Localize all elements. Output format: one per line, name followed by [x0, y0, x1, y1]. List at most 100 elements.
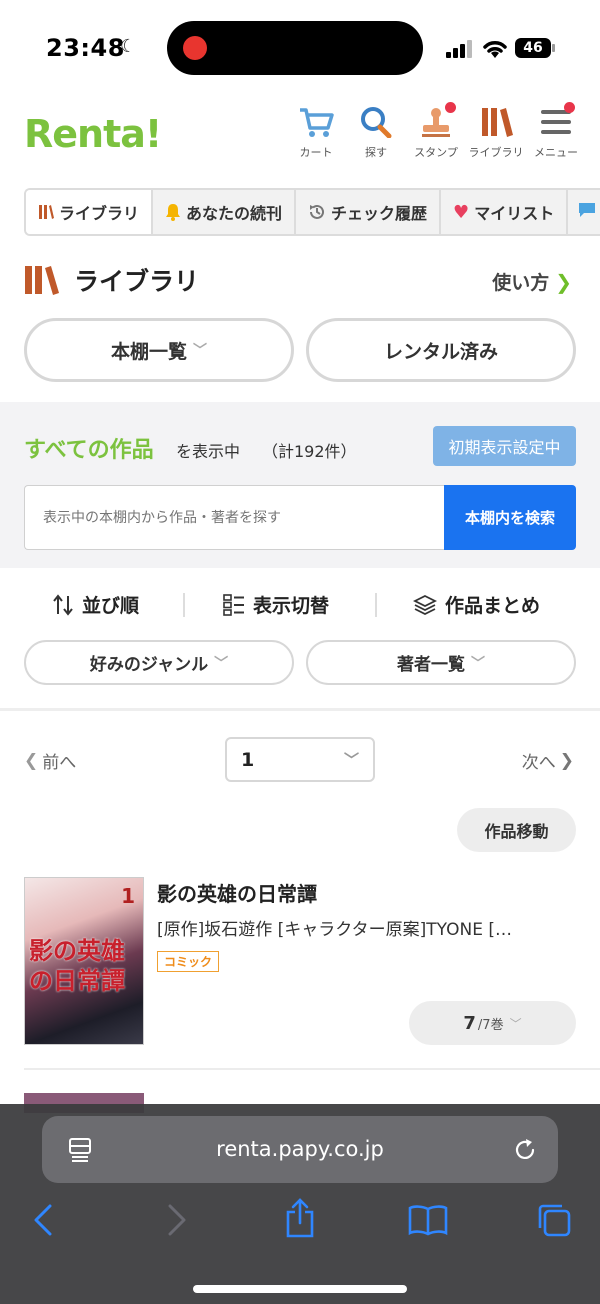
- forward-icon[interactable]: [164, 1204, 188, 1236]
- stamp-button[interactable]: スタンプ: [406, 106, 466, 160]
- renta-logo[interactable]: Renta!: [24, 112, 162, 156]
- showing-label: を表示中: [176, 442, 241, 461]
- library-label: ライブラリ: [468, 146, 524, 159]
- volume-select-button[interactable]: 7 /7巻 ﹀: [409, 1001, 576, 1045]
- bookmarks-icon[interactable]: [408, 1204, 448, 1236]
- sort-icon: [53, 593, 73, 616]
- display-toggle-button[interactable]: 表示切替: [223, 591, 329, 618]
- tab-my-list[interactable]: ♥ マイリスト: [441, 190, 569, 234]
- rented-label: レンタル済み: [383, 340, 498, 363]
- shelf-search-button[interactable]: 本棚内を検索: [444, 485, 576, 550]
- filter-panel: すべての作品 を表示中 （計192件） 初期表示設定中 本棚内を検索: [0, 402, 600, 568]
- next-label: 次へ: [521, 753, 556, 773]
- cart-icon: [300, 108, 334, 137]
- cart-button[interactable]: カート: [286, 106, 346, 160]
- history-icon: [308, 203, 326, 221]
- cart-label: カート: [299, 146, 333, 159]
- wifi-icon: [483, 41, 507, 58]
- tab-check-history-label: チェック履歴: [331, 204, 428, 223]
- how-to-link[interactable]: 使い方 ❯: [492, 268, 572, 295]
- book-title[interactable]: 影の英雄の日常譚: [157, 878, 317, 907]
- volumes-owned: 7: [463, 1012, 476, 1034]
- tab-my-list-label: マイリスト: [474, 204, 555, 223]
- page-title: ライブラリ: [74, 267, 200, 296]
- list-view-icon: [223, 593, 244, 616]
- stamp-notification-dot: [445, 102, 456, 113]
- heart-icon: ♥: [453, 201, 470, 223]
- home-indicator: [193, 1285, 407, 1293]
- search-icon: [361, 107, 392, 138]
- chevron-right-icon: ❯: [559, 750, 574, 771]
- chevron-down-icon: ﹀: [343, 751, 359, 769]
- clock: 23:48: [46, 34, 125, 62]
- bell-icon: [165, 203, 181, 221]
- next-page-link[interactable]: 次へ ❯: [521, 748, 574, 774]
- how-to-label: 使い方: [492, 272, 550, 294]
- tab-library-label: ライブラリ: [59, 204, 140, 223]
- battery-icon: 46: [515, 38, 555, 58]
- cover-title: 影の英雄の日常譚: [29, 937, 125, 995]
- cellular-signal-icon: [446, 40, 474, 58]
- divider: [24, 1068, 600, 1070]
- genre-dropdown[interactable]: 好みのジャンル ﹀: [24, 640, 294, 685]
- tab-library[interactable]: ライブラリ: [26, 190, 154, 234]
- menu-button[interactable]: メニュー: [526, 106, 586, 160]
- prev-label: 前へ: [42, 753, 77, 773]
- book-cover[interactable]: 1 影の英雄の日常譚: [24, 877, 144, 1045]
- search-nav-button[interactable]: 探す: [346, 106, 406, 160]
- tab-check-history[interactable]: チェック履歴: [296, 190, 442, 234]
- library-tabs: ライブラリ あなたの続刊 チェック履歴 ♥ マイリスト: [24, 188, 600, 236]
- sort-button[interactable]: 並び順: [52, 591, 139, 618]
- library-heading: ライブラリ: [24, 262, 199, 298]
- moon-icon: ☾: [120, 36, 137, 57]
- tab-new-volumes[interactable]: あなたの続刊: [153, 190, 297, 234]
- search-label: 探す: [365, 146, 387, 159]
- divider: [375, 593, 377, 617]
- menu-label: メニュー: [534, 146, 578, 159]
- volumes-total: /7巻: [477, 1017, 504, 1033]
- comic-badge: コミック: [157, 951, 220, 972]
- status-bar: 23:48 ☾ 46: [0, 0, 600, 92]
- url-text: renta.papy.co.jp: [216, 1137, 384, 1161]
- tab-more[interactable]: [568, 190, 600, 234]
- page-select[interactable]: 1 ﹀: [225, 737, 375, 782]
- site-header: Renta! カート 探す スタンプ ライブラリ メニュー: [0, 100, 600, 170]
- group-works-label: 作品まとめ: [445, 595, 541, 617]
- divider: [183, 593, 185, 617]
- share-icon[interactable]: [284, 1198, 316, 1238]
- shelf-list-label: 本棚一覧: [110, 340, 187, 363]
- library-icon: [38, 204, 54, 220]
- library-button[interactable]: ライブラリ: [466, 106, 526, 160]
- rented-button[interactable]: レンタル済み: [306, 318, 576, 382]
- chat-icon: [578, 202, 596, 222]
- prev-page-link[interactable]: ❮ 前へ: [24, 748, 77, 774]
- shelf-list-button[interactable]: 本棚一覧 ﹀: [24, 318, 294, 382]
- total-count: （計192件）: [262, 442, 357, 461]
- genre-label: 好みのジャンル: [89, 655, 209, 675]
- book-authors: [原作]坂石遊作 [キャラクター原案]TYONE […: [157, 920, 512, 940]
- cover-volume-number: 1: [121, 884, 135, 908]
- group-works-button[interactable]: 作品まとめ: [413, 591, 540, 618]
- authors-dropdown[interactable]: 著者一覧 ﹀: [306, 640, 576, 685]
- chevron-right-icon: ❯: [555, 269, 572, 294]
- tabs-icon[interactable]: [536, 1202, 572, 1238]
- library-icon: [25, 266, 59, 295]
- reload-icon[interactable]: [512, 1137, 538, 1163]
- divider: [0, 708, 600, 711]
- chevron-down-icon: ﹀: [509, 1016, 522, 1031]
- tab-new-volumes-label: あなたの続刊: [186, 204, 283, 223]
- shelf-search-input[interactable]: [24, 485, 444, 550]
- sort-label: 並び順: [82, 595, 140, 617]
- menu-notification-dot: [564, 102, 575, 113]
- back-icon[interactable]: [32, 1204, 56, 1236]
- chevron-down-icon: ﹀: [471, 655, 485, 672]
- stack-icon: [413, 594, 437, 615]
- move-works-button[interactable]: 作品移動: [457, 808, 576, 852]
- recording-indicator-icon: [183, 36, 207, 60]
- stamp-label: スタンプ: [414, 146, 458, 159]
- default-display-button[interactable]: 初期表示設定中: [433, 426, 576, 466]
- list-toolbar: 並び順 表示切替 作品まとめ: [0, 585, 600, 625]
- all-works-label: すべての作品: [24, 438, 154, 463]
- library-icon: [482, 108, 513, 137]
- chevron-left-icon: ❮: [24, 750, 39, 771]
